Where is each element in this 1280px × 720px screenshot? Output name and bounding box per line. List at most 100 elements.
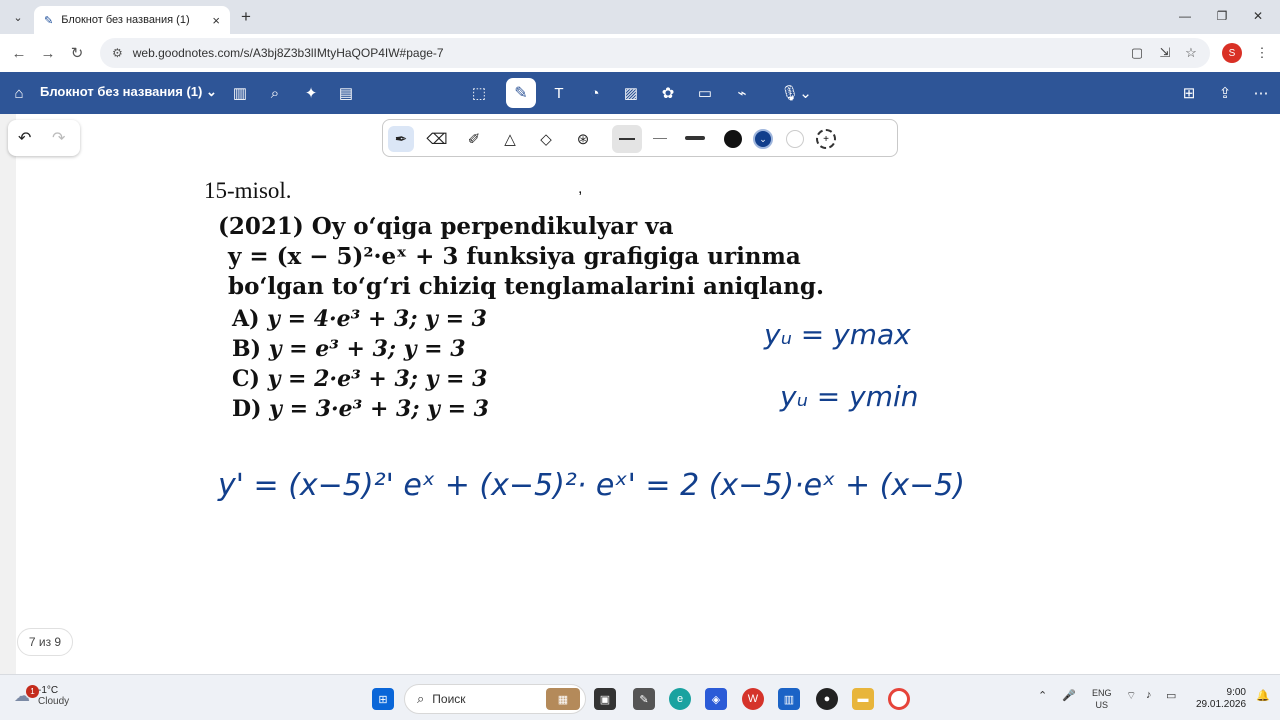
answer-option-c: C) y = 2·e³ + 3; y = 3 bbox=[232, 366, 488, 392]
color-black[interactable] bbox=[724, 130, 742, 148]
pen-icon: ✎ bbox=[514, 85, 528, 102]
fountain-pen-icon[interactable]: ✒ bbox=[388, 126, 414, 152]
marker-icon[interactable]: △ bbox=[497, 126, 523, 152]
problem-title: 15-misol. bbox=[204, 178, 292, 203]
thickness-fine[interactable] bbox=[653, 138, 667, 139]
browser-tab-strip: ⌄ ✎ Блокнот без названия (1) × + — ❐ ✕ bbox=[0, 0, 1280, 34]
bookmark-star-icon[interactable]: ☆ bbox=[1181, 43, 1201, 63]
more-icon[interactable]: ⋯ bbox=[1250, 82, 1272, 104]
edge-browser-icon[interactable]: e bbox=[669, 688, 691, 710]
media-app-icon[interactable]: ● bbox=[816, 688, 838, 710]
battery-icon[interactable]: ▭ bbox=[1166, 689, 1176, 702]
undo-icon[interactable]: ↶ bbox=[18, 128, 31, 148]
weather-condition: Cloudy bbox=[38, 696, 70, 707]
add-page-icon[interactable]: ⊞ bbox=[1178, 82, 1200, 104]
reload-icon[interactable]: ↻ bbox=[66, 42, 88, 64]
redo-icon[interactable]: ↷ bbox=[52, 128, 65, 148]
elements-icon[interactable]: ✿ bbox=[657, 82, 679, 104]
notifications-icon[interactable]: 🔔 bbox=[1256, 689, 1270, 702]
page-indicator[interactable]: 7 из 9 bbox=[17, 628, 73, 656]
problem-statement: (2021) Oy o‘qiga perpendikulyar va y = (… bbox=[218, 212, 824, 302]
profile-avatar[interactable]: S bbox=[1222, 43, 1242, 63]
language-indicator[interactable]: ENG US bbox=[1092, 687, 1112, 711]
color-white[interactable] bbox=[786, 130, 804, 148]
home-icon[interactable]: ⌂ bbox=[8, 82, 30, 104]
browser-tab[interactable]: ✎ Блокнот без названия (1) × bbox=[34, 6, 230, 34]
tray-overflow-icon[interactable]: ⌃ bbox=[1038, 689, 1047, 702]
windows-taskbar: ☁ -1°C Cloudy 1 ⊞ ⌕ Поиск ▦ ▣ ✎ e ◈ W ▥ … bbox=[0, 674, 1280, 720]
audio-record-icon[interactable]: 🎙⌄ bbox=[776, 82, 816, 104]
date: 29.01.2026 bbox=[1196, 699, 1247, 710]
goodnotes-toolbar: ⌂ Блокнот без названия (1) ⌄ ▥ ⌕ ✦ ▤ ⬚ T… bbox=[0, 72, 1280, 114]
store-icon[interactable]: ◈ bbox=[705, 688, 727, 710]
task-view-icon[interactable]: ▣ bbox=[594, 688, 616, 710]
thickness-thin-selected[interactable] bbox=[612, 125, 642, 153]
search-icon[interactable]: ⌕ bbox=[264, 82, 286, 104]
notebook-title[interactable]: Блокнот без названия (1) ⌄ bbox=[40, 84, 217, 100]
volume-icon[interactable]: ♪ bbox=[1146, 689, 1152, 701]
handwritten-derivative: y' = (x−5)²' eˣ + (x−5)²· eˣ' = 2 (x−5)·… bbox=[218, 468, 966, 503]
text-tool-icon[interactable]: T bbox=[548, 82, 570, 104]
answer-option-a: A) y = 4·e³ + 3; y = 3 bbox=[232, 306, 487, 332]
site-info-icon[interactable]: ⚙ bbox=[112, 46, 123, 60]
file-explorer-icon[interactable]: ▬ bbox=[852, 688, 874, 710]
undo-redo-group: ↶ ↷ bbox=[8, 120, 80, 156]
stray-mark: , bbox=[578, 180, 583, 197]
lasso-tool-icon[interactable]: ⊛ bbox=[570, 126, 596, 152]
thickness-thick[interactable] bbox=[685, 136, 705, 140]
windows-start-icon[interactable]: ⊞ bbox=[372, 688, 394, 710]
new-tab-icon[interactable]: + bbox=[236, 7, 256, 27]
weather-widget[interactable]: ☁ -1°C Cloudy bbox=[14, 685, 69, 707]
wps-office-icon[interactable]: W bbox=[742, 688, 764, 710]
back-icon[interactable]: ← bbox=[8, 42, 30, 64]
sticky-note-icon[interactable]: ▭ bbox=[694, 82, 716, 104]
forward-icon[interactable]: → bbox=[37, 42, 59, 64]
lasso-select-icon[interactable]: ⬚ bbox=[468, 82, 490, 104]
sidebar-icon[interactable]: ▥ bbox=[229, 82, 251, 104]
clock[interactable]: 9:00 29.01.2026 bbox=[1196, 687, 1246, 711]
wifi-icon[interactable]: ⌔ bbox=[1126, 689, 1136, 703]
minimize-icon[interactable]: — bbox=[1170, 6, 1200, 26]
share-icon[interactable]: ⇪ bbox=[1214, 82, 1236, 104]
add-color-icon[interactable]: + bbox=[816, 129, 836, 149]
chevron-down-icon: ⌄ bbox=[205, 84, 217, 99]
search-highlight-icon: ▦ bbox=[546, 688, 580, 710]
document-icon[interactable]: ▤ bbox=[335, 82, 357, 104]
browser-nav-bar: ← → ↻ ⚙ web.goodnotes.com/s/A3bj8Z3b3lIM… bbox=[0, 34, 1280, 72]
color-blue-selected[interactable]: ⌄ bbox=[753, 129, 773, 149]
problem-line: bo‘lgan to‘g‘ri chiziq tenglamalarini an… bbox=[228, 273, 824, 300]
image-icon[interactable]: ▨ bbox=[620, 82, 642, 104]
clipboard-icon[interactable]: ▢ bbox=[1127, 43, 1147, 63]
search-placeholder: Поиск bbox=[432, 692, 466, 706]
browser-menu-icon[interactable]: ⋮ bbox=[1252, 43, 1272, 63]
tab-title: Блокнот без названия (1) bbox=[61, 14, 190, 26]
chrome-icon[interactable] bbox=[888, 688, 910, 710]
install-app-icon[interactable]: ⇲ bbox=[1155, 43, 1175, 63]
highlighter-icon[interactable]: ✐ bbox=[461, 126, 487, 152]
region-code: US bbox=[1095, 700, 1109, 710]
temperature: -1°C bbox=[38, 685, 59, 696]
eraser-icon[interactable]: ⌫ bbox=[424, 126, 450, 152]
answer-option-b: B) y = e³ + 3; y = 3 bbox=[232, 336, 466, 362]
answer-option-d: D) y = 3·e³ + 3; y = 3 bbox=[232, 396, 489, 422]
tab-search-icon[interactable]: ⌄ bbox=[8, 7, 28, 27]
ai-sparkle-icon[interactable]: ✦ bbox=[300, 82, 322, 104]
handwritten-note-ymin: yᵤ = ymin bbox=[780, 380, 919, 413]
microphone-icon[interactable]: 🎤 bbox=[1062, 689, 1076, 702]
close-window-icon[interactable]: ✕ bbox=[1243, 6, 1273, 26]
address-bar[interactable]: ⚙ web.goodnotes.com/s/A3bj8Z3b3lIMtyHaQO… bbox=[100, 38, 1210, 68]
weather-badge: 1 bbox=[26, 685, 39, 698]
time: 9:00 bbox=[1226, 687, 1246, 698]
pen-options-bar: ✒ ⌫ ✐ △ ◇ ⊛ ⌄ + bbox=[382, 119, 898, 157]
ink-app-icon[interactable]: ✎ bbox=[633, 688, 655, 710]
handwritten-note-ymax: yᵤ = ymax bbox=[764, 318, 911, 351]
pen-tool-button[interactable]: ✎ bbox=[506, 78, 536, 108]
shape-tool-icon[interactable]: ◇ bbox=[533, 126, 559, 152]
microsoft-store-icon[interactable]: ▥ bbox=[778, 688, 800, 710]
laser-pointer-icon[interactable]: ⌁ bbox=[731, 82, 753, 104]
restore-icon[interactable]: ❐ bbox=[1207, 6, 1237, 26]
shapes-icon[interactable]: ◔ bbox=[584, 82, 606, 104]
problem-line: y = (x − 5)²·eˣ + 3 funksiya grafigiga u… bbox=[228, 243, 801, 270]
close-tab-icon[interactable]: × bbox=[212, 13, 220, 28]
url-text: web.goodnotes.com/s/A3bj8Z3b3lIMtyHaQOP4… bbox=[132, 46, 444, 60]
